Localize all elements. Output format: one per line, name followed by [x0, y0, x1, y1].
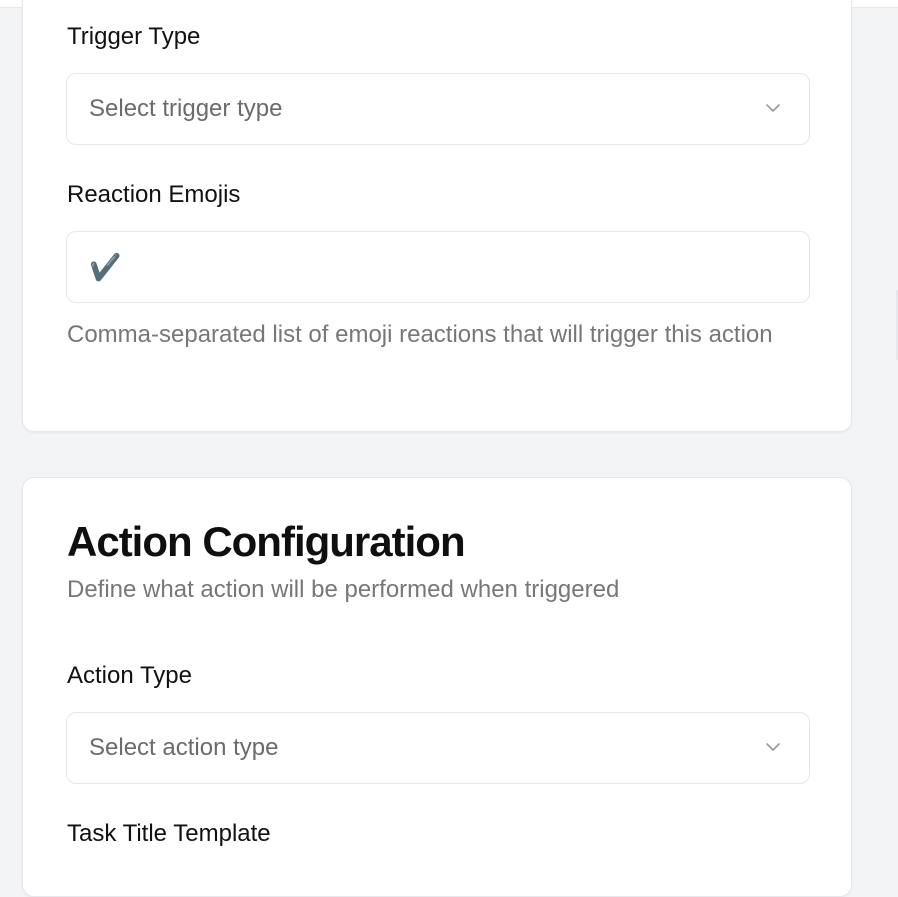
- section-title: Action Configuration: [67, 518, 466, 565]
- chevron-down-icon: [766, 104, 780, 112]
- action-type-label: Action Type: [67, 662, 192, 689]
- action-type-placeholder: Select action type: [89, 734, 279, 761]
- section-description: Define what action will be performed whe…: [67, 576, 620, 603]
- task-title-template-label: Task Title Template: [67, 820, 271, 847]
- trigger-type-label: Trigger Type: [67, 23, 201, 50]
- reaction-emojis-label: Reaction Emojis: [67, 181, 241, 208]
- trigger-type-select[interactable]: Select trigger type: [66, 73, 810, 145]
- reaction-emojis-value: ✔️: [89, 252, 122, 282]
- trigger-config-card: Trigger Type Select trigger type Reactio…: [22, 0, 852, 432]
- chevron-down-icon: [766, 743, 780, 751]
- action-type-select[interactable]: Select action type: [66, 712, 810, 784]
- reaction-emojis-help: Comma-separated list of emoji reactions …: [67, 321, 773, 348]
- trigger-type-placeholder: Select trigger type: [89, 95, 283, 122]
- action-config-card: Action Configuration Define what action …: [22, 477, 852, 897]
- reaction-emojis-input[interactable]: ✔️: [66, 231, 810, 303]
